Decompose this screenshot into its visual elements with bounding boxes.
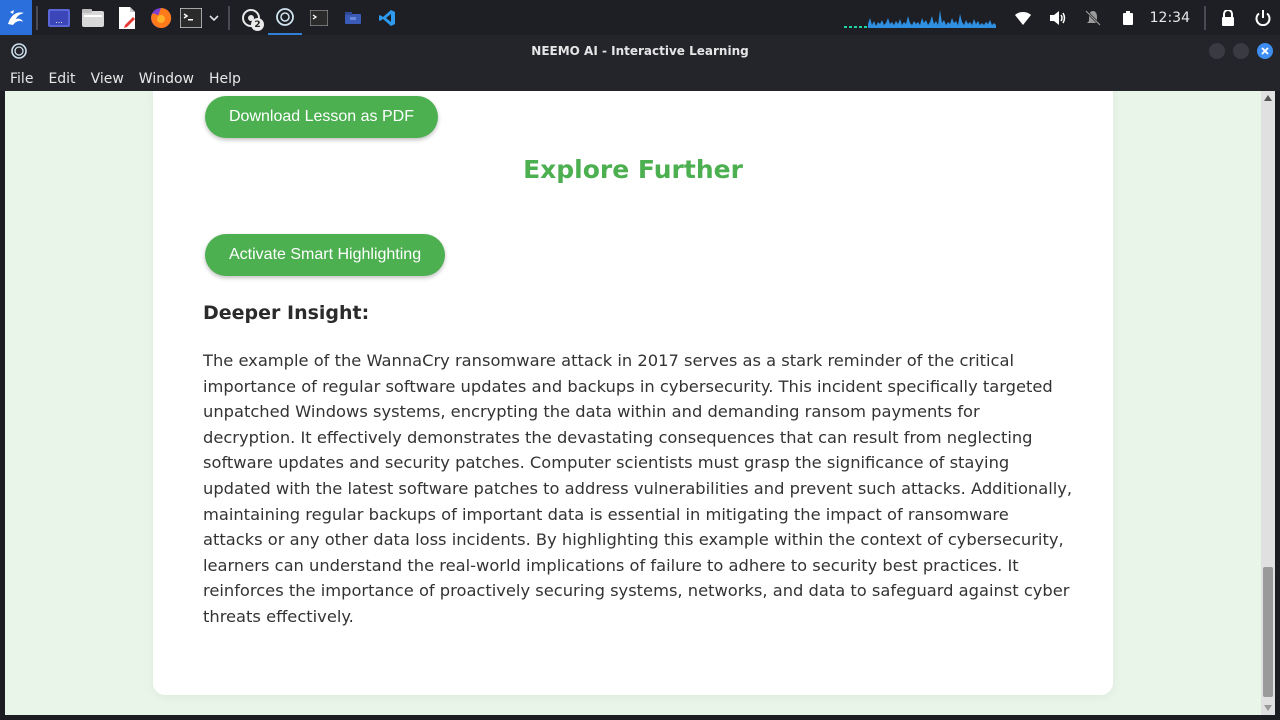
deeper-insight-heading: Deeper Insight:	[203, 302, 370, 324]
terminal-button[interactable]	[178, 0, 204, 35]
neemo-app-icon	[276, 7, 294, 26]
wifi-icon	[1015, 11, 1032, 25]
firefox-button[interactable]	[144, 0, 178, 35]
workspace-icon: ...	[48, 8, 70, 27]
notification-badge: 2	[251, 18, 264, 31]
wifi-button[interactable]	[1006, 0, 1041, 35]
menu-window[interactable]: Window	[133, 71, 200, 87]
chatgpt-task-button[interactable]: 2	[234, 0, 268, 35]
window-border-bottom	[0, 715, 1280, 720]
battery-icon	[1123, 10, 1134, 25]
chevron-down-icon	[209, 14, 219, 21]
menu-view[interactable]: View	[85, 71, 130, 87]
system-tray: 12:34	[843, 0, 1280, 35]
menu-edit[interactable]: Edit	[42, 71, 81, 87]
taskbar: ... 2 12:34	[0, 0, 1280, 35]
vertical-scrollbar[interactable]	[1261, 91, 1275, 715]
file-manager-icon	[82, 8, 104, 27]
lock-screen-button[interactable]	[1210, 0, 1245, 35]
minimize-button[interactable]	[1209, 42, 1225, 59]
close-button[interactable]	[1257, 42, 1273, 59]
workspace-button[interactable]: ...	[42, 0, 76, 35]
taskbar-separator	[36, 5, 38, 30]
window-title: NEEMO AI - Interactive Learning	[531, 43, 749, 58]
folder-window-icon	[345, 11, 361, 24]
vscode-task-button[interactable]	[370, 0, 404, 35]
power-icon	[1255, 9, 1270, 26]
text-editor-button[interactable]	[110, 0, 144, 35]
close-icon	[1261, 46, 1269, 55]
file-manager-button[interactable]	[76, 0, 110, 35]
app-launcher-button[interactable]	[0, 0, 32, 35]
kali-dragon-icon	[8, 9, 24, 25]
window-titlebar[interactable]: NEEMO AI - Interactive Learning	[0, 35, 1280, 66]
taskbar-left: ... 2	[0, 0, 404, 35]
deeper-insight-text: The example of the WannaCry ransomware a…	[203, 351, 1073, 626]
volume-icon	[1050, 10, 1066, 25]
taskbar-separator	[228, 5, 230, 30]
power-button[interactable]	[1245, 0, 1280, 35]
download-pdf-button[interactable]: Download Lesson as PDF	[205, 96, 438, 138]
vscode-icon	[379, 9, 395, 26]
scroll-down-arrow[interactable]	[1264, 705, 1272, 711]
scroll-up-arrow[interactable]	[1264, 95, 1272, 101]
volume-button[interactable]	[1041, 0, 1076, 35]
folder-window-task-button[interactable]	[336, 0, 370, 35]
window-border-right	[1275, 91, 1280, 720]
terminal-dropdown-button[interactable]	[204, 0, 224, 35]
smart-highlighting-button[interactable]: Activate Smart Highlighting	[205, 234, 446, 276]
window-border-left	[0, 91, 5, 720]
terminal-window-icon	[310, 9, 328, 26]
taskbar-separator	[1204, 5, 1206, 30]
terminal-window-task-button[interactable]	[302, 0, 336, 35]
text-editor-icon	[119, 6, 135, 29]
battery-button[interactable]	[1111, 0, 1146, 35]
maximize-button[interactable]	[1233, 42, 1249, 59]
lock-icon	[1221, 9, 1234, 26]
neemo-app-icon	[11, 42, 27, 59]
window-controls	[1209, 42, 1273, 59]
cpu-usage-graph	[843, 9, 996, 28]
neemo-task-button[interactable]	[268, 0, 302, 35]
svg-text:...: ...	[55, 16, 63, 25]
clock[interactable]: 12:34	[1146, 10, 1200, 26]
menu-bar: File Edit View Window Help	[0, 66, 1280, 91]
page-viewport: Download Lesson as PDF Explore Further A…	[5, 91, 1261, 715]
terminal-icon	[180, 7, 202, 28]
scrollbar-thumb[interactable]	[1263, 567, 1273, 697]
lesson-card: Download Lesson as PDF Explore Further A…	[153, 91, 1113, 695]
notifications-muted-icon	[1085, 9, 1102, 26]
explore-further-heading: Explore Further	[523, 155, 743, 184]
menu-help[interactable]: Help	[203, 71, 247, 87]
menu-file[interactable]: File	[4, 71, 39, 87]
notifications-button[interactable]	[1076, 0, 1111, 35]
firefox-icon	[151, 7, 172, 28]
